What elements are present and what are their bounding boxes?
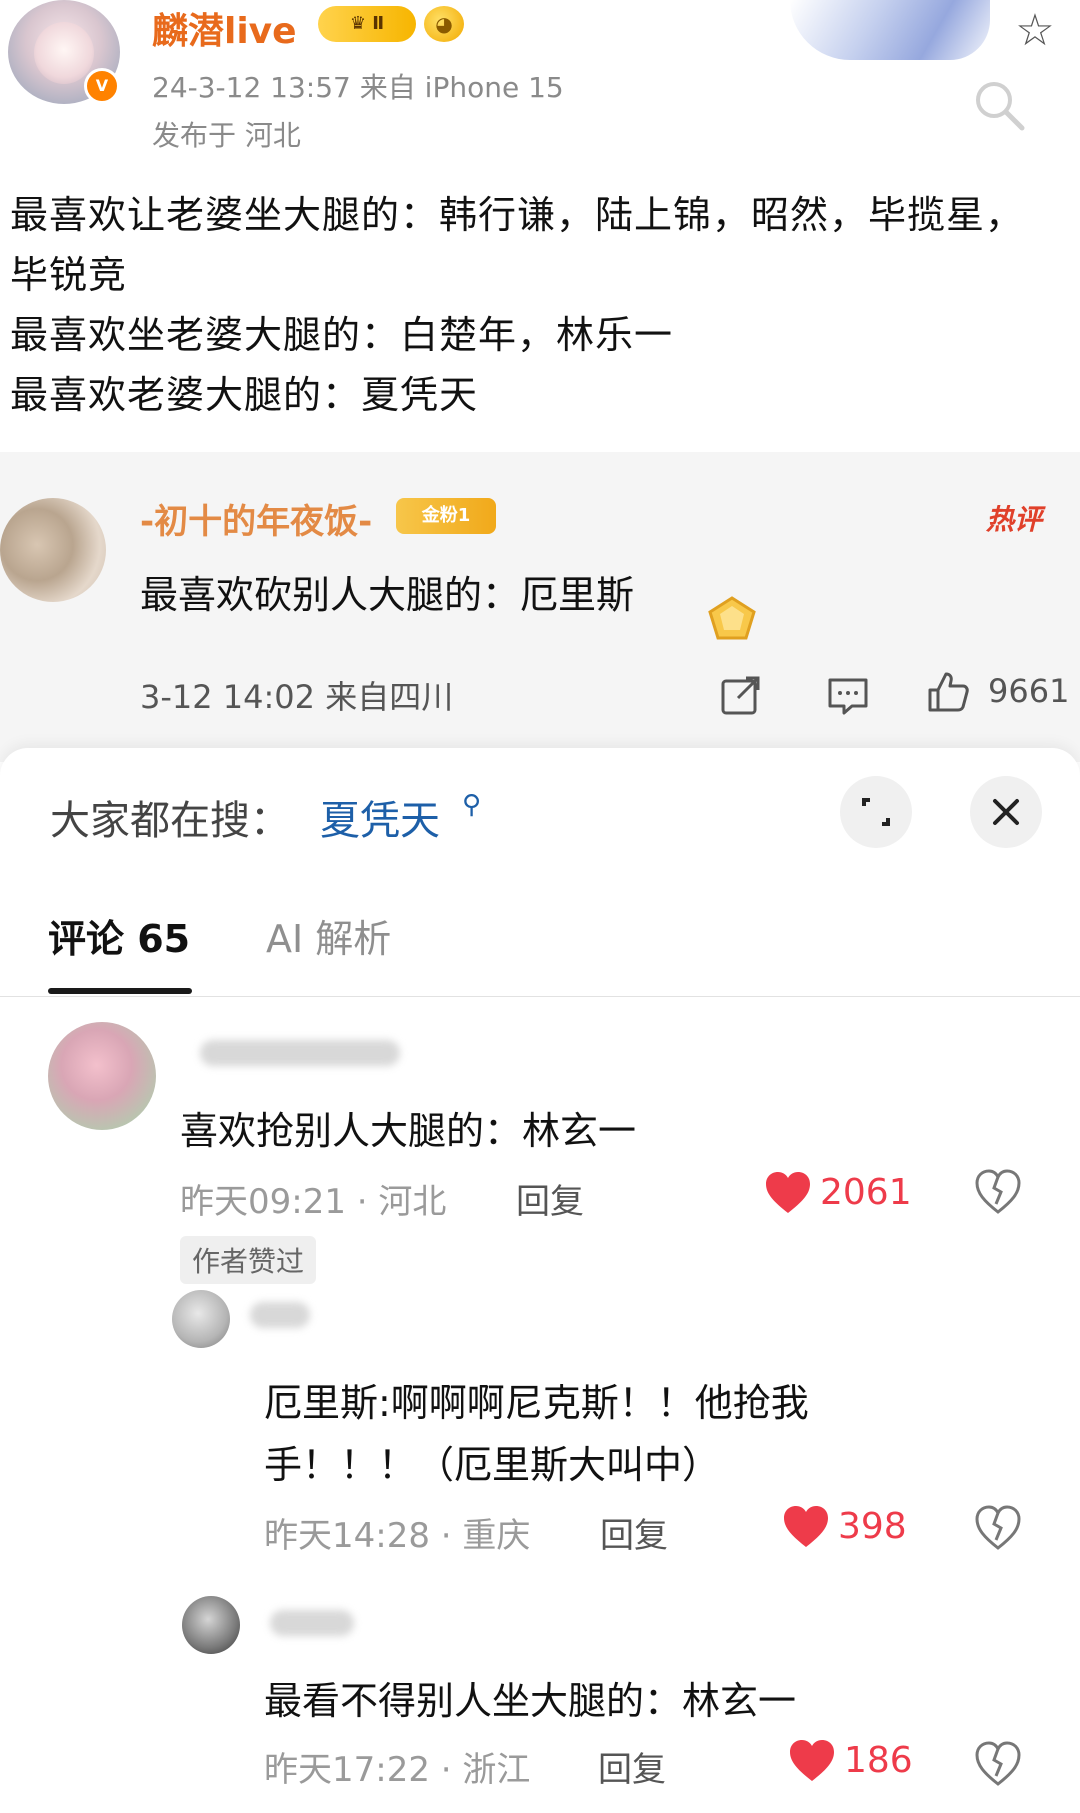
comment-avatar[interactable] [48, 1022, 156, 1130]
post-text-line: 最喜欢坐老婆大腿的：白楚年，林乐一 [10, 313, 674, 357]
comment-text: 喜欢抢别人大腿的：林玄一 [180, 1109, 637, 1153]
reply-button[interactable]: 回复 [600, 1508, 668, 1557]
search-icon[interactable] [970, 76, 1028, 134]
active-tab-indicator [48, 988, 192, 994]
post-time-source: 24-3-12 13:57 来自 iPhone 15 [152, 71, 564, 104]
author-liked-badge: 作者赞过 [180, 1236, 317, 1284]
reply-time: 昨天14:28 · 重庆 [264, 1516, 531, 1556]
hot-comment-user[interactable]: -初十的年夜饭- [140, 494, 372, 543]
post-text-line: 最喜欢老婆大腿的：夏凭天 [10, 373, 479, 417]
reply-avatar[interactable] [182, 1596, 240, 1654]
comment-icon[interactable] [826, 676, 870, 716]
trending-label: 大家都在搜： [50, 798, 290, 844]
comment-time: 昨天09:21 · 河北 [180, 1182, 447, 1222]
reply-button[interactable]: 回复 [598, 1742, 666, 1791]
comment-username-blurred[interactable] [200, 1040, 400, 1066]
expand-button[interactable] [840, 776, 912, 848]
author-name[interactable]: 麟潜live [152, 2, 297, 54]
hot-comment-avatar[interactable] [0, 498, 106, 602]
reply-text-line: 厄里斯:啊啊啊尼克斯！！他抢我 [264, 1381, 809, 1425]
post-location: 发布于 河北 [152, 119, 301, 152]
reply-text-line: 手！！！（厄里斯大叫中） [264, 1443, 721, 1487]
heart-icon[interactable] [788, 1738, 836, 1784]
heart-icon[interactable] [782, 1504, 830, 1550]
vip-badge[interactable]: ♛ Ⅱ [318, 6, 416, 42]
fan-badge-icon[interactable]: ◕ [424, 6, 464, 42]
crown-icon: ♛ [349, 13, 373, 34]
share-icon[interactable] [720, 674, 762, 716]
broken-heart-icon[interactable] [974, 1168, 1022, 1216]
reply-text: 最看不得别人坐大腿的：林玄一 [264, 1679, 797, 1723]
reply-button[interactable]: 回复 [516, 1174, 584, 1223]
tab-ai-analysis[interactable]: AI 解析 [266, 908, 391, 963]
hot-comment-time: 3-12 14:02 来自四川 [140, 678, 454, 716]
divider [0, 996, 1080, 997]
broken-heart-icon[interactable] [974, 1740, 1022, 1788]
hot-comment-text: 最喜欢砍别人大腿的：厄里斯 [140, 573, 635, 617]
reply-like-count: 398 [838, 1506, 907, 1547]
thumbs-up-icon[interactable] [926, 670, 970, 714]
trending-term-link[interactable]: 夏凭天 [320, 788, 440, 846]
post-text-line: 毕锐竞 [10, 253, 128, 297]
close-icon [993, 799, 1019, 825]
trending-search-icon[interactable]: ⚲ [462, 790, 481, 820]
expand-icon [862, 798, 890, 826]
heart-icon[interactable] [764, 1170, 812, 1216]
broken-heart-icon[interactable] [974, 1504, 1022, 1552]
reply-avatar[interactable] [172, 1290, 230, 1348]
tab-comments[interactable]: 评论 65 [48, 908, 190, 963]
reply-username-blurred[interactable] [270, 1610, 354, 1636]
gold-fan-badge: 金粉1 [396, 498, 496, 534]
reply-username-blurred[interactable] [250, 1302, 310, 1328]
hot-comment-likes: 9661 [988, 672, 1070, 710]
reply-time: 昨天17:22 · 浙江 [264, 1750, 531, 1790]
gem-icon [708, 596, 756, 640]
comment-like-count: 2061 [820, 1172, 912, 1213]
vip-level: Ⅱ [372, 13, 385, 34]
hot-tag: 热评 [986, 503, 1043, 536]
reply-like-count: 186 [844, 1740, 913, 1781]
decoration-art [790, 0, 990, 60]
favorite-star-icon[interactable]: ☆ [1010, 6, 1060, 56]
close-button[interactable] [970, 776, 1042, 848]
post-text-line: 最喜欢让老婆坐大腿的：韩行谦，陆上锦，昭然，毕揽星， [10, 193, 1025, 237]
verified-icon: V [84, 68, 120, 104]
